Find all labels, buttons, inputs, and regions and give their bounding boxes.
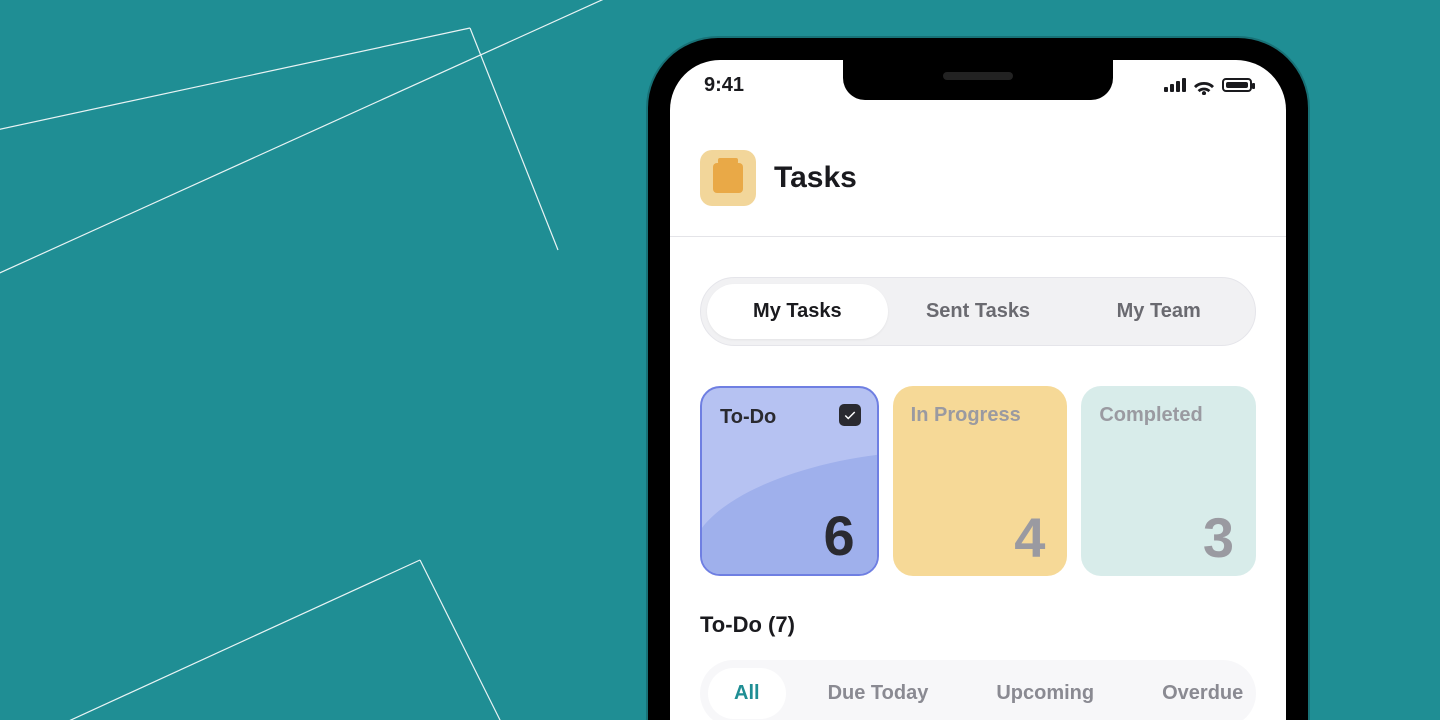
card-count: 6 (824, 503, 855, 568)
chip-label: Upcoming (996, 682, 1094, 704)
status-time: 9:41 (704, 74, 744, 97)
tab-sent-tasks[interactable]: Sent Tasks (888, 284, 1069, 339)
chip-label: All (734, 682, 760, 704)
filter-overdue[interactable]: Overdue (1136, 668, 1256, 719)
app-header: Tasks (670, 140, 1286, 236)
card-title: In Progress (911, 404, 1050, 427)
chip-label: Due Today (828, 682, 929, 704)
checkbox-icon (839, 404, 861, 426)
filter-chips: All Due Today Upcoming Overdue (700, 660, 1256, 720)
section-title-text: To-Do (700, 612, 762, 637)
phone-screen: 9:41 Tasks (670, 60, 1286, 720)
page-title: Tasks (774, 161, 857, 195)
phone-frame: 9:41 Tasks (648, 38, 1308, 720)
filter-all[interactable]: All (708, 668, 786, 719)
section-title-count: 7 (775, 612, 787, 637)
tab-label: My Team (1117, 300, 1201, 322)
list-section-heading: To-Do (7) (670, 576, 1286, 638)
tab-label: Sent Tasks (926, 300, 1030, 322)
wifi-icon (1194, 78, 1214, 92)
chip-label: Overdue (1162, 682, 1243, 704)
tab-my-tasks[interactable]: My Tasks (707, 284, 888, 339)
card-count: 3 (1203, 505, 1234, 570)
tab-my-team[interactable]: My Team (1068, 284, 1249, 339)
filter-upcoming[interactable]: Upcoming (970, 668, 1120, 719)
status-card-completed[interactable]: Completed 3 (1081, 386, 1256, 576)
tasks-app-icon (700, 150, 756, 206)
card-title: To-Do (720, 406, 859, 429)
filter-due-today[interactable]: Due Today (802, 668, 955, 719)
status-card-in-progress[interactable]: In Progress 4 (893, 386, 1068, 576)
card-count: 4 (1014, 505, 1045, 570)
status-cards: To-Do 6 In Progress 4 Completed 3 (670, 346, 1286, 576)
section-title-paren: ) (788, 612, 795, 637)
battery-icon (1222, 78, 1252, 92)
task-scope-tabs: My Tasks Sent Tasks My Team (700, 277, 1256, 346)
phone-notch (843, 60, 1113, 100)
card-title: Completed (1099, 404, 1238, 427)
tab-label: My Tasks (753, 300, 842, 322)
cellular-signal-icon (1164, 78, 1186, 92)
status-card-todo[interactable]: To-Do 6 (700, 386, 879, 576)
